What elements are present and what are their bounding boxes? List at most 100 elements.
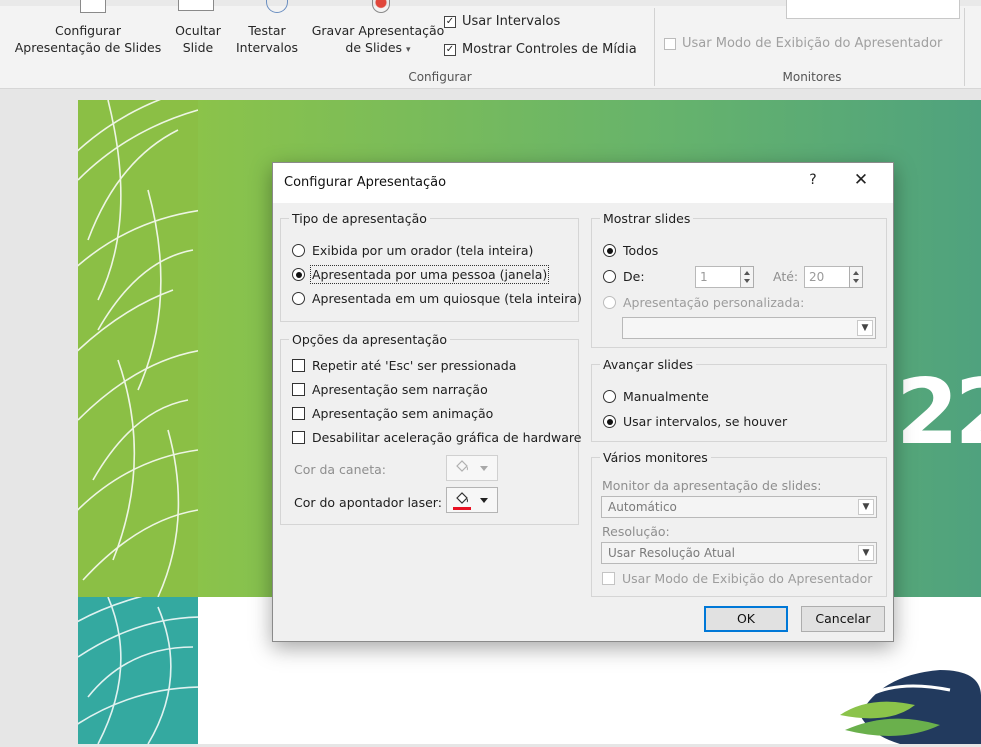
monitor-combo-partial[interactable]: [786, 0, 960, 19]
disable-hw-accel-checkbox[interactable]: Desabilitar aceleração gráfica de hardwa…: [292, 430, 581, 445]
show-all-label: Todos: [623, 243, 659, 258]
loop-checkbox[interactable]: Repetir até 'Esc' ser pressionada: [292, 358, 516, 373]
monitors-group: Vários monitores Monitor da apresentação…: [591, 450, 887, 597]
presenter-view-checkbox[interactable]: Usar Modo de Exibição do Apresentador: [602, 571, 872, 586]
record-label-1: Gravar Apresentação: [311, 23, 445, 38]
show-options-legend: Opções da apresentação: [289, 332, 451, 347]
show-media-check-icon: ✓: [444, 43, 456, 56]
checkbox-icon: [292, 407, 305, 420]
to-spin-buttons[interactable]: [849, 266, 863, 288]
from-slide-input[interactable]: 1: [695, 266, 743, 288]
to-slide-input[interactable]: 20: [804, 266, 852, 288]
advance-timings-radio[interactable]: Usar intervalos, se houver: [603, 414, 787, 429]
ok-button[interactable]: OK: [704, 606, 788, 632]
chevron-down-icon: [480, 466, 488, 471]
ribbon: Configurar Apresentação de Slides Oculta…: [0, 0, 981, 89]
radio-icon: [292, 244, 305, 257]
show-type-kiosk-radio[interactable]: Apresentada em um quiosque (tela inteira…: [292, 291, 582, 306]
laser-color-button[interactable]: [446, 487, 498, 513]
configure-show-label-1: Configurar: [55, 23, 121, 38]
paint-bucket-icon: [456, 492, 468, 504]
show-all-radio[interactable]: Todos: [603, 243, 658, 258]
configure-show-icon: [80, 0, 106, 13]
resolution-label: Resolução:: [602, 524, 670, 539]
record-show-icon: [372, 0, 390, 13]
resolution-value: Usar Resolução Atual: [608, 546, 735, 560]
cancel-button[interactable]: Cancelar: [801, 606, 885, 632]
hide-slide-label-1: Ocultar: [175, 23, 221, 38]
rehearse-label-2: Intervalos: [235, 40, 299, 55]
advance-slides-group: Avançar slides Manualmente Usar interval…: [591, 357, 887, 442]
show-type-kiosk-label: Apresentada em um quiosque (tela inteira…: [312, 291, 582, 306]
pen-color-button[interactable]: [446, 455, 498, 481]
radio-icon: [603, 390, 616, 403]
advance-manual-label: Manualmente: [623, 389, 709, 404]
advance-manual-radio[interactable]: Manualmente: [603, 389, 709, 404]
chevron-down-icon: ▼: [858, 545, 874, 561]
configure-show-button[interactable]: Configurar Apresentação de Slides: [8, 22, 168, 56]
laser-color-label: Cor do apontador laser:: [294, 495, 442, 510]
show-type-group: Tipo de apresentação Exibida por um orad…: [280, 211, 582, 322]
hide-slide-label-2: Slide: [182, 40, 214, 55]
chevron-down-icon: ▼: [857, 320, 873, 336]
rehearse-timings-button[interactable]: Testar Intervalos: [230, 22, 304, 56]
radio-selected-icon: [603, 244, 616, 257]
leaf-pattern-bottom: [78, 597, 198, 744]
presenter-view-label: Usar Modo de Exibição do Apresentador: [622, 571, 873, 586]
presenter-view-check-icon: [664, 37, 676, 50]
paint-bucket-icon: [456, 460, 468, 472]
group-label-monitors: Monitores: [782, 70, 842, 84]
disable-hw-accel-label: Desabilitar aceleração gráfica de hardwa…: [312, 430, 582, 445]
to-label: Até:: [773, 269, 799, 284]
radio-selected-icon: [292, 268, 305, 281]
monitors-legend: Vários monitores: [600, 450, 711, 465]
configure-show-label-2: Apresentação de Slides: [14, 40, 162, 55]
checkbox-icon: [292, 359, 305, 372]
help-icon[interactable]: ?: [803, 172, 823, 188]
leaf-pattern-top: [78, 100, 198, 597]
custom-show-select[interactable]: ▼: [622, 317, 876, 339]
record-label-2: de Slides: [345, 40, 403, 55]
no-animation-checkbox[interactable]: Apresentação sem animação: [292, 406, 493, 421]
show-from-radio[interactable]: De:: [603, 269, 645, 284]
checkbox-icon: [602, 572, 615, 585]
show-from-label: De:: [623, 269, 645, 284]
show-type-window-label: Apresentada por uma pessoa (janela): [309, 265, 550, 284]
use-timings-checkbox[interactable]: ✓ Usar Intervalos: [444, 14, 560, 29]
ribbon-presenter-view-label: Usar Modo de Exibição do Apresentador: [682, 36, 943, 51]
ribbon-presenter-view-checkbox[interactable]: Usar Modo de Exibição do Apresentador: [664, 36, 942, 51]
use-timings-label: Usar Intervalos: [462, 14, 561, 29]
custom-show-radio[interactable]: Apresentação personalizada:: [603, 295, 804, 310]
show-slides-group: Mostrar slides Todos De: 1 Até: 20 Apres…: [591, 211, 887, 348]
chevron-down-icon: [480, 498, 488, 503]
show-type-legend: Tipo de apresentação: [289, 211, 430, 226]
ribbon-separator: [654, 8, 655, 86]
show-slides-legend: Mostrar slides: [600, 211, 694, 226]
record-show-button[interactable]: Gravar Apresentação de Slides ▾: [308, 22, 448, 59]
pen-color-label: Cor da caneta:: [294, 462, 386, 477]
resolution-select[interactable]: Usar Resolução Atual ▼: [601, 542, 877, 564]
brand-logo-icon: [840, 655, 981, 744]
loop-label: Repetir até 'Esc' ser pressionada: [312, 358, 517, 373]
monitor-select[interactable]: Automático ▼: [601, 496, 877, 518]
radio-icon: [603, 296, 616, 309]
rehearse-timings-icon: [266, 0, 288, 13]
group-label-configure: Configurar: [408, 70, 472, 84]
no-narration-checkbox[interactable]: Apresentação sem narração: [292, 382, 488, 397]
ribbon-separator-2: [964, 8, 965, 86]
hide-slide-button[interactable]: Ocultar Slide: [170, 22, 226, 56]
show-media-controls-checkbox[interactable]: ✓ Mostrar Controles de Mídia: [444, 42, 637, 57]
show-options-group: Opções da apresentação Repetir até 'Esc'…: [280, 332, 581, 525]
show-media-controls-label: Mostrar Controles de Mídia: [462, 42, 637, 57]
no-narration-label: Apresentação sem narração: [312, 382, 488, 397]
show-type-speaker-label: Exibida por um orador (tela inteira): [312, 243, 534, 258]
dialog-titlebar: Configurar Apresentação ? ✕: [273, 163, 893, 203]
from-spin-buttons[interactable]: [740, 266, 754, 288]
custom-show-label: Apresentação personalizada:: [623, 295, 805, 310]
advance-timings-label: Usar intervalos, se houver: [623, 414, 788, 429]
close-icon[interactable]: ✕: [849, 170, 873, 190]
chevron-down-icon: ▾: [406, 45, 411, 55]
laser-color-swatch: [453, 507, 471, 510]
show-type-speaker-radio[interactable]: Exibida por um orador (tela inteira): [292, 243, 533, 258]
show-type-window-radio[interactable]: Apresentada por uma pessoa (janela): [292, 265, 550, 284]
